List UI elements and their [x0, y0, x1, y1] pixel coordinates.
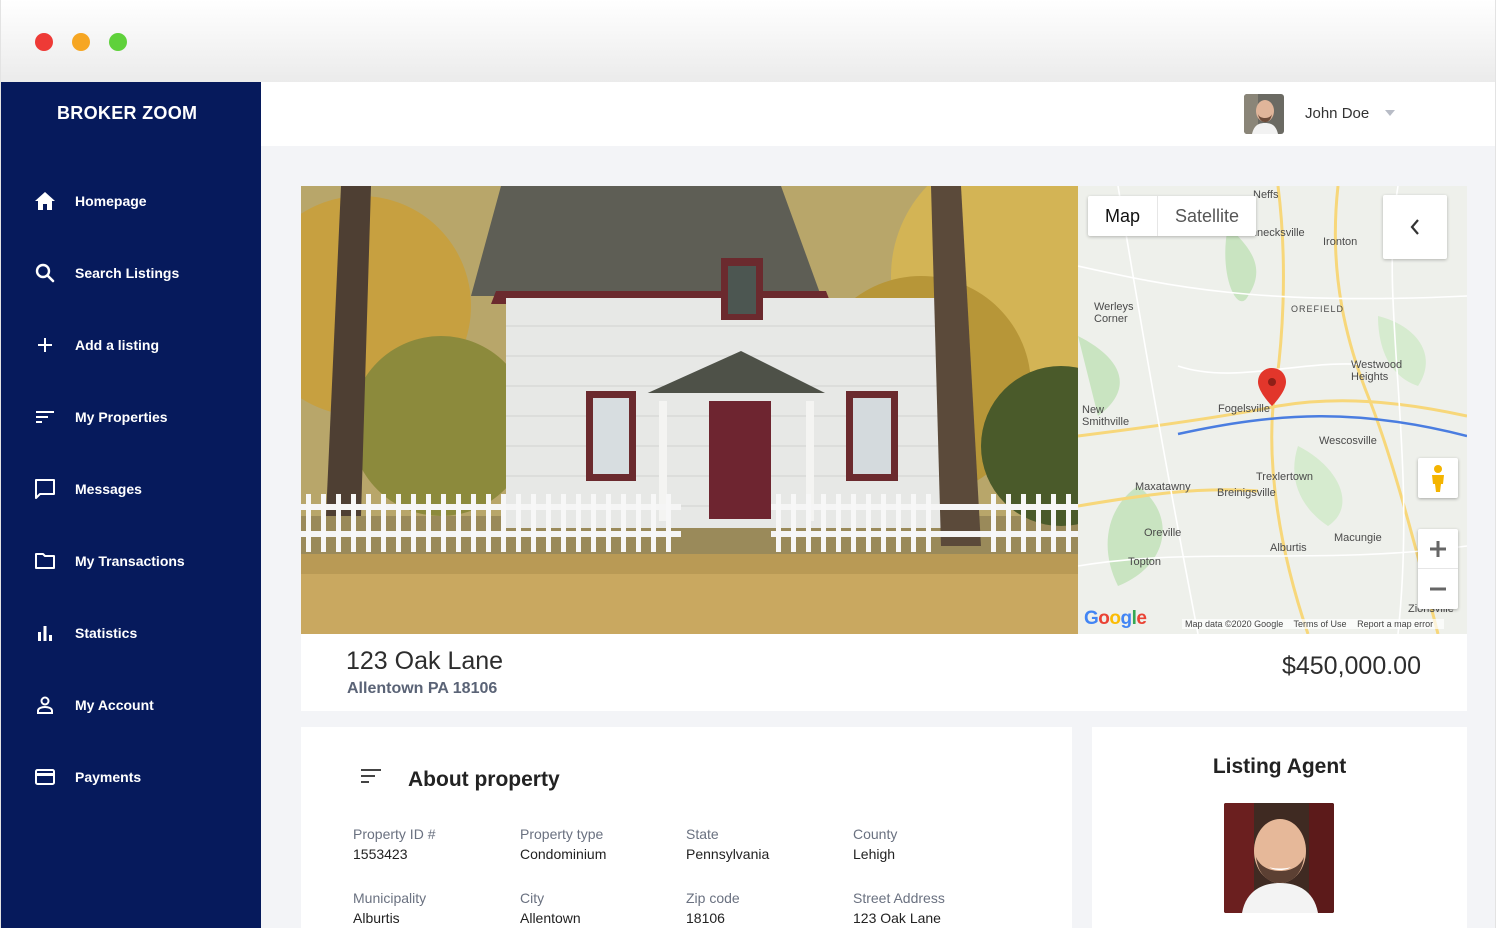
tab-map[interactable]: Map — [1088, 196, 1157, 236]
zoom-in-button[interactable] — [1418, 529, 1458, 569]
field-label: City — [520, 890, 545, 906]
sidebar: BROKER ZOOM Homepage Search Listings Add… — [1, 82, 261, 928]
pegman-icon — [1432, 465, 1444, 492]
window-titlebar — [1, 0, 1495, 82]
sidebar-item-label: Messages — [75, 481, 142, 497]
search-icon — [35, 263, 55, 283]
chevron-left-icon — [1410, 219, 1419, 235]
map-place-label: Trexlertown — [1256, 471, 1314, 483]
map-place-label: Werleys Corner — [1094, 301, 1134, 325]
field-value: 18106 — [686, 910, 725, 926]
field-value: Alburtis — [353, 910, 400, 926]
field-label: State — [686, 826, 719, 842]
sidebar-item-label: Search Listings — [75, 265, 180, 281]
map-terms-link[interactable]: Terms of Use — [1294, 619, 1347, 629]
message-icon — [35, 479, 55, 499]
field-value: Lehigh — [853, 846, 896, 862]
about-property-card: About property Property ID # 1553423 Pro… — [301, 727, 1072, 928]
map-place-label: New Smithville — [1082, 404, 1130, 428]
map-place-label: Oreville — [1144, 527, 1182, 539]
main-content: John Doe Neffs Schnecksville Ironton ORE… — [261, 82, 1495, 928]
street-view-button[interactable] — [1418, 458, 1458, 498]
plus-icon — [38, 338, 52, 352]
sidebar-item-label: Payments — [75, 769, 142, 785]
sidebar-item-payments[interactable]: Payments — [1, 753, 261, 801]
app-window: BROKER ZOOM Homepage Search Listings Add… — [0, 0, 1496, 928]
zoom-out-button[interactable] — [1418, 569, 1458, 609]
map-attribution: Map data ©2020 Google Terms of Use Repor… — [1182, 619, 1445, 629]
field-value: Pennsylvania — [686, 846, 770, 862]
map-place-label: Ironton — [1323, 236, 1358, 248]
field-label: Property type — [520, 826, 604, 842]
map-place-label: OREFIELD — [1291, 304, 1345, 314]
user-name[interactable]: John Doe — [1305, 105, 1369, 122]
sidebar-item-label: My Properties — [75, 409, 168, 425]
sidebar-item-messages[interactable]: Messages — [1, 465, 261, 513]
credit-card-icon — [35, 769, 55, 785]
field-value: 1553423 — [353, 846, 408, 862]
field-label: Street Address — [853, 890, 945, 906]
location-map[interactable]: Neffs Schnecksville Ironton OREFIELD Wer… — [1078, 186, 1467, 634]
map-place-label: Fogelsville — [1218, 403, 1270, 415]
listing-agent-card: Listing Agent — [1092, 727, 1467, 928]
avatar[interactable] — [1244, 94, 1284, 134]
plus-icon — [1430, 541, 1446, 557]
sidebar-item-label: My Transactions — [75, 553, 185, 569]
map-place-label: Neffs — [1253, 189, 1279, 201]
sort-lines-icon — [36, 411, 54, 423]
person-icon — [37, 696, 53, 714]
home-icon — [35, 192, 55, 210]
tab-satellite[interactable]: Satellite — [1157, 196, 1256, 236]
folder-icon — [35, 553, 55, 569]
sidebar-item-my-transactions[interactable]: My Transactions — [1, 537, 261, 585]
map-place-label: Alburtis — [1270, 542, 1307, 554]
property-city-line: Allentown PA 18106 — [347, 680, 498, 697]
field-label: County — [853, 826, 898, 842]
field-value: 123 Oak Lane — [853, 910, 941, 926]
field-value: Condominium — [520, 846, 607, 862]
google-logo: Google — [1084, 608, 1147, 629]
field-value: Allentown — [520, 910, 581, 926]
map-place-label: Topton — [1128, 556, 1162, 568]
section-title: Listing Agent — [1212, 755, 1347, 778]
field-label: Zip code — [686, 890, 740, 906]
bar-chart-icon — [38, 626, 52, 641]
map-place-label: Westwood Heights — [1351, 359, 1403, 383]
sidebar-item-label: My Account — [75, 697, 154, 713]
field-label: Property ID # — [353, 826, 436, 842]
window-close-button[interactable] — [35, 33, 53, 51]
sidebar-item-label: Homepage — [75, 193, 147, 209]
map-type-tabs: Map Satellite — [1088, 196, 1257, 236]
sidebar-item-homepage[interactable]: Homepage — [1, 177, 261, 225]
field-label: Municipality — [353, 890, 427, 906]
top-bar: John Doe — [261, 82, 1495, 146]
sidebar-item-my-account[interactable]: My Account — [1, 681, 261, 729]
property-price: $450,000.00 — [1281, 652, 1421, 680]
property-address: 123 Oak Lane — [346, 647, 504, 675]
map-place-label: Maxatawny — [1135, 481, 1191, 493]
sort-lines-icon — [361, 769, 381, 783]
section-title: About property — [408, 768, 560, 791]
sidebar-item-add-listing[interactable]: Add a listing — [1, 321, 261, 369]
property-photo — [301, 186, 1078, 634]
map-report-link[interactable]: Report a map error — [1357, 619, 1433, 629]
window-minimize-button[interactable] — [72, 33, 90, 51]
sidebar-item-label: Add a listing — [75, 337, 159, 353]
brand-logo[interactable]: BROKER ZOOM — [57, 103, 197, 124]
sidebar-item-my-properties[interactable]: My Properties — [1, 393, 261, 441]
map-place-label: Macungie — [1334, 532, 1382, 544]
map-zoom-controls — [1418, 529, 1458, 609]
minus-icon — [1430, 587, 1446, 591]
sidebar-item-search-listings[interactable]: Search Listings — [1, 249, 261, 297]
map-place-label: Wescosville — [1319, 435, 1377, 447]
chevron-down-icon[interactable] — [1385, 110, 1395, 116]
sidebar-item-label: Statistics — [75, 625, 138, 641]
map-data-credit: Map data ©2020 Google — [1185, 619, 1284, 629]
sidebar-item-statistics[interactable]: Statistics — [1, 609, 261, 657]
map-place-label: Breinigsville — [1217, 487, 1276, 499]
window-maximize-button[interactable] — [109, 33, 127, 51]
property-hero-card: Neffs Schnecksville Ironton OREFIELD Wer… — [301, 186, 1467, 711]
agent-avatar[interactable] — [1224, 803, 1334, 913]
collapse-map-button[interactable] — [1383, 195, 1447, 259]
